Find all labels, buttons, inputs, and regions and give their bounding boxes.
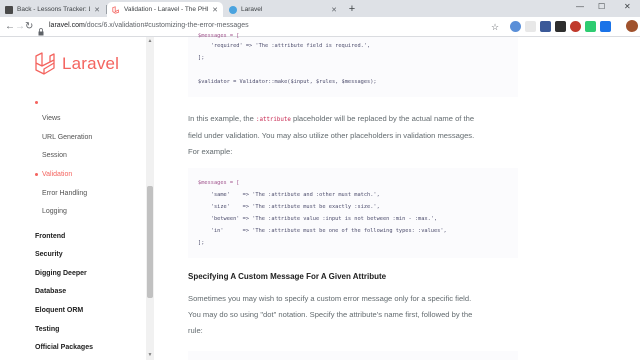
inline-code: :attribute	[255, 117, 291, 123]
brand-name: Laravel	[62, 54, 120, 73]
active-indicator	[35, 101, 38, 104]
tab-laravel[interactable]: Laravel ✕	[224, 2, 342, 17]
browser-toolbar: ← → ↻ laravel.com/docs/6.x/validation#cu…	[0, 17, 640, 37]
laravel-favicon-icon	[112, 5, 120, 14]
maximize-button[interactable]: ☐	[598, 2, 605, 11]
sidebar-item-logging[interactable]: Logging	[42, 208, 67, 215]
sidebar-section-frontend[interactable]: Frontend	[35, 233, 65, 240]
sidebar-section-testing[interactable]: Testing	[35, 326, 59, 333]
url-path: /docs/6.x/validation#customizing-the-err…	[84, 22, 249, 29]
sidebar-section-security[interactable]: Security	[35, 251, 63, 258]
text-segment: In this example, the	[188, 114, 256, 123]
code-block-messages: $messages = [ 'required' => 'The :attrib…	[188, 33, 518, 97]
extension-icon[interactable]	[600, 21, 611, 32]
code-line: $messages = [	[198, 33, 240, 39]
extension-icon[interactable]	[555, 21, 566, 32]
minimize-button[interactable]: —	[576, 2, 584, 11]
sidebar-scroll-thumb[interactable]	[147, 186, 153, 298]
text-line: Sometimes you may wish to specify a cust…	[188, 294, 472, 303]
close-icon[interactable]: ✕	[331, 6, 337, 14]
tab-lessons-tracker[interactable]: Back - Lessons Tracker: Laravel 8 ✕	[0, 2, 105, 17]
code-block-next	[188, 351, 518, 360]
code-line: 'same' => 'The :attribute and :other mus…	[198, 192, 380, 198]
text-line: You may do so using "dot" notation. Spec…	[188, 310, 473, 319]
url-host: laravel.com	[49, 22, 85, 29]
close-icon[interactable]: ✕	[94, 6, 100, 14]
tab-title: Validation - Laravel - The PHP Fra	[124, 6, 208, 13]
paragraph: In this example, the :attribute placehol…	[188, 111, 528, 160]
laravel-logo-icon	[35, 52, 55, 75]
paragraph: Sometimes you may wish to specify a cust…	[188, 291, 528, 339]
text-line: For example:	[188, 147, 233, 156]
back-button[interactable]: ←	[5, 21, 15, 33]
tab-strip: Back - Lessons Tracker: Laravel 8 ✕ Vali…	[0, 0, 640, 17]
address-bar[interactable]: laravel.com/docs/6.x/validation#customiz…	[49, 22, 249, 29]
new-tab-button[interactable]: +	[346, 3, 358, 15]
extension-icon[interactable]	[510, 21, 521, 32]
code-line: 'size' => 'The :attribute must be exactl…	[198, 204, 380, 210]
scroll-down-arrow-icon[interactable]: ▼	[147, 352, 153, 358]
extension-icon[interactable]	[570, 21, 581, 32]
sidebar-section-database[interactable]: Database	[35, 288, 66, 295]
section-heading: Specifying A Custom Message For A Given …	[188, 272, 387, 281]
sidebar-section-eloquent-orm[interactable]: Eloquent ORM	[35, 307, 83, 314]
lock-icon[interactable]	[38, 23, 44, 36]
code-line: $validator = Validator::make($input, $ru…	[198, 79, 377, 85]
code-block-placeholders: $messages = [ 'same' => 'The :attribute …	[188, 168, 518, 258]
active-indicator	[35, 173, 38, 176]
sidebar-section-digging-deeper[interactable]: Digging Deeper	[35, 270, 87, 277]
extension-icon[interactable]	[585, 21, 596, 32]
docs-sidebar: Laravel Views URL Generation Session Val…	[0, 37, 155, 360]
laravel-cloud-favicon-icon	[229, 5, 237, 14]
extension-icon[interactable]	[540, 21, 551, 32]
tab-title: Laravel	[241, 6, 263, 13]
reload-button[interactable]: ↻	[25, 21, 33, 33]
profile-avatar[interactable]	[626, 20, 638, 32]
code-line: 'in' => 'The :attribute must be one of t…	[198, 228, 447, 234]
tab-title: Back - Lessons Tracker: Laravel 8	[17, 6, 90, 13]
text-segment: placeholder will be replaced by the actu…	[290, 114, 475, 123]
code-line: 'required' => 'The :attribute field is r…	[198, 43, 371, 49]
scroll-up-arrow-icon[interactable]: ▲	[147, 38, 153, 44]
favicon-icon	[5, 5, 13, 14]
bookmark-star-icon[interactable]: ☆	[491, 21, 499, 33]
close-window-button[interactable]: ✕	[624, 2, 631, 11]
code-line: 'between' => 'The :attribute value :inpu…	[198, 216, 438, 222]
sidebar-section-official-packages[interactable]: Official Packages	[35, 344, 93, 351]
forward-button[interactable]: →	[15, 21, 25, 33]
text-line: rule:	[188, 326, 203, 335]
laravel-logo[interactable]: Laravel	[34, 52, 119, 76]
sidebar-item-error-handling[interactable]: Error Handling	[42, 190, 87, 197]
sidebar-item-session[interactable]: Session	[42, 152, 67, 159]
sidebar-item-url-generation[interactable]: URL Generation	[42, 134, 92, 141]
close-icon[interactable]: ✕	[212, 6, 218, 14]
code-line: ];	[198, 55, 205, 61]
sidebar-item-validation[interactable]: Validation	[42, 171, 72, 178]
tab-validation[interactable]: Validation - Laravel - The PHP Fra ✕	[107, 2, 223, 17]
docs-content: $messages = [ 'required' => 'The :attrib…	[155, 33, 640, 360]
extension-icon[interactable]	[525, 21, 536, 32]
text-line: field under validation. You may also uti…	[188, 131, 475, 140]
code-line: $messages = [	[198, 180, 240, 186]
code-line: ];	[198, 240, 205, 246]
sidebar-item-views[interactable]: Views	[42, 115, 61, 122]
